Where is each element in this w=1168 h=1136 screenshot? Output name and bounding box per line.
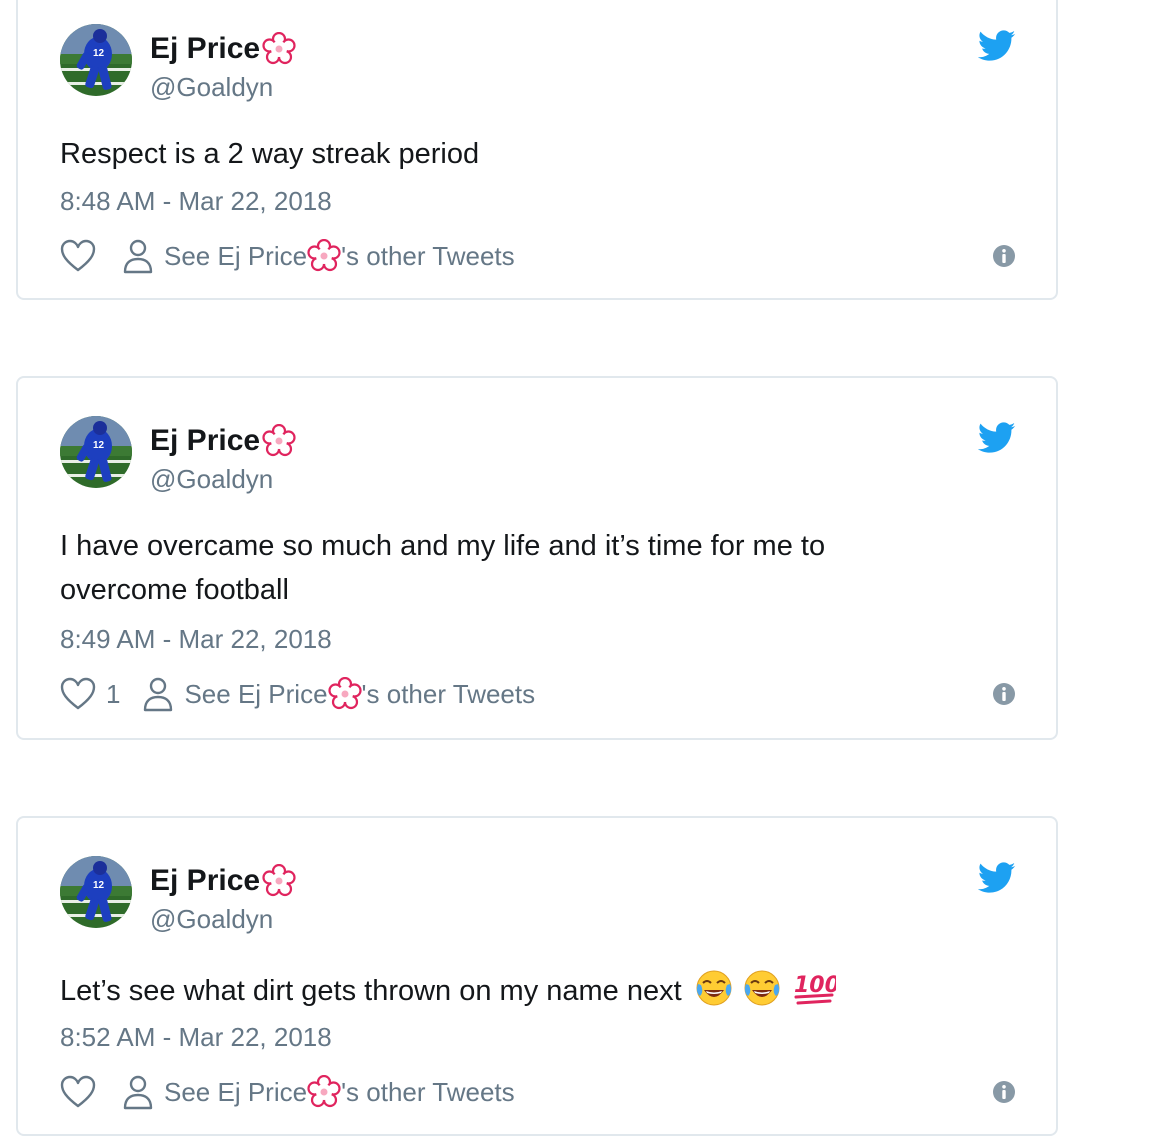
like-count: 1: [106, 678, 121, 709]
tweet-text: I have overcame so much and my life and …: [60, 530, 826, 606]
tweet-timestamp[interactable]: 8:48 AM - Mar 22, 2018: [60, 186, 332, 217]
tweet-text-content: Let’s see what dirt gets thrown on my na…: [60, 975, 682, 1007]
link-prefix: See Ej Price: [164, 1076, 308, 1107]
author-name-text: Ej Price: [150, 424, 261, 457]
link-suffix: 's other Tweets: [341, 1076, 515, 1107]
author-name-text: Ej Price: [150, 32, 261, 65]
info-icon[interactable]: [992, 1080, 1016, 1104]
avatar[interactable]: [60, 416, 132, 488]
tweet-timestamp[interactable]: 8:52 AM - Mar 22, 2018: [60, 1022, 332, 1053]
see-other-tweets-link[interactable]: See Ej Price 's other Tweets: [142, 676, 535, 712]
hundred-points-icon: 100: [794, 973, 836, 1005]
face-with-tears-of-joy-icon: [744, 970, 780, 1006]
tweet-actions: 1 See Ej Price 's other Tweets: [60, 674, 1016, 714]
flower-icon: [327, 677, 362, 710]
tweet-card: Ej Price @Goaldyn Let’s see what dirt ge…: [16, 816, 1058, 1136]
flower-icon: [262, 424, 296, 457]
info-icon[interactable]: [992, 244, 1016, 268]
author-name-text: Ej Price: [150, 864, 261, 897]
link-suffix: 's other Tweets: [361, 678, 536, 709]
flower-icon: [307, 239, 341, 272]
tweet-text: Respect is a 2 way streak period: [60, 138, 480, 170]
link-suffix: 's other Tweets: [341, 240, 515, 271]
avatar[interactable]: [60, 24, 132, 96]
author-name[interactable]: Ej Price: [150, 864, 296, 898]
author-name[interactable]: Ej Price: [150, 424, 296, 458]
tweet-text: Let’s see what dirt gets thrown on my na…: [60, 968, 980, 1013]
flower-icon: [262, 32, 296, 65]
tweet-card: Ej Price @Goaldyn Respect is a 2 way str…: [16, 0, 1058, 300]
author-name[interactable]: Ej Price: [150, 32, 296, 66]
author-handle[interactable]: @Goaldyn: [150, 904, 273, 935]
author-handle[interactable]: @Goaldyn: [150, 72, 273, 103]
heart-icon[interactable]: [60, 677, 96, 711]
twitter-bird-icon[interactable]: [978, 422, 1016, 454]
person-icon: [144, 677, 173, 712]
heart-icon[interactable]: [60, 239, 96, 273]
person-icon: [123, 1075, 153, 1110]
see-other-tweets-link[interactable]: See Ej Price 's other Tweets: [122, 238, 515, 274]
flower-icon: [307, 1075, 341, 1108]
heart-icon[interactable]: [60, 1075, 96, 1109]
link-prefix: See Ej Price: [184, 678, 328, 709]
tweet-actions: See Ej Price 's other Tweets: [60, 236, 1016, 276]
author-handle[interactable]: @Goaldyn: [150, 464, 273, 495]
tweet-card: Ej Price @Goaldyn I have overcame so muc…: [16, 376, 1058, 740]
flower-icon: [262, 864, 296, 897]
link-prefix: See Ej Price: [164, 240, 308, 271]
info-icon[interactable]: [992, 682, 1016, 706]
avatar[interactable]: [60, 856, 132, 928]
tweet-actions: See Ej Price 's other Tweets: [60, 1072, 1016, 1112]
face-with-tears-of-joy-icon: [696, 970, 732, 1006]
see-other-tweets-link[interactable]: See Ej Price 's other Tweets: [122, 1074, 515, 1110]
tweet-timestamp[interactable]: 8:49 AM - Mar 22, 2018: [60, 624, 332, 655]
twitter-bird-icon[interactable]: [978, 862, 1016, 894]
person-icon: [123, 239, 153, 274]
twitter-bird-icon[interactable]: [978, 30, 1016, 62]
